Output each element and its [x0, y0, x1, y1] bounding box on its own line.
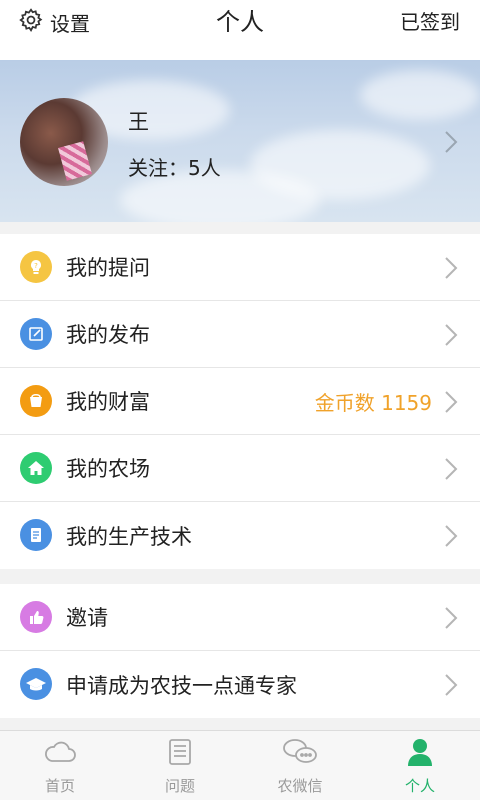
menu-item-label: 我的生产技术 — [66, 524, 192, 549]
edit-icon — [20, 318, 52, 350]
cloud-icon — [43, 737, 77, 771]
menu-item-label: 我的农场 — [66, 457, 150, 481]
follow-value: 5人 — [188, 156, 221, 180]
avatar[interactable] — [20, 98, 108, 186]
checkin-status-button[interactable]: 已签到 — [400, 0, 460, 44]
bottom-nav: 首页 问题 农微信 个人 — [0, 730, 480, 800]
chevron-right-icon — [444, 673, 458, 701]
menu-item-label: 我的发布 — [66, 323, 150, 347]
app-root: 设置 个人 已签到 王 关注： 5人 ? 我的提问 我的发布 我的财富 金币数 … — [0, 0, 480, 800]
menu-item-my-wealth[interactable]: 我的财富 金币数 1159 — [0, 368, 480, 435]
tab-home[interactable]: 首页 — [0, 731, 120, 800]
tab-questions[interactable]: 问题 — [120, 731, 240, 800]
gear-icon — [18, 7, 44, 37]
user-name: 王 — [128, 110, 149, 134]
menu-item-label: 邀请 — [66, 606, 108, 630]
menu-main: ? 我的提问 我的发布 我的财富 金币数 1159 我的农场 我的生产技术 — [0, 234, 480, 569]
tab-me[interactable]: 个人 — [360, 731, 480, 800]
chevron-right-icon — [444, 390, 458, 418]
menu-item-my-tech[interactable]: 我的生产技术 — [0, 502, 480, 569]
graduation-cap-icon — [20, 668, 52, 700]
menu-item-invite[interactable]: 邀请 — [0, 584, 480, 651]
settings-button[interactable]: 设置 — [18, 0, 90, 44]
question-bulb-icon: ? — [20, 251, 52, 283]
menu-item-label: 我的提问 — [66, 256, 150, 280]
follow-count: 关注： 5人 — [128, 152, 221, 181]
coin-count: 金币数 1159 — [314, 390, 432, 415]
top-bar: 设置 个人 已签到 — [0, 0, 480, 60]
wealth-icon — [20, 385, 52, 417]
follow-label: 关注： — [128, 156, 188, 180]
tab-label: 农微信 — [277, 777, 323, 795]
document-icon — [20, 519, 52, 551]
settings-label: 设置 — [50, 11, 90, 36]
menu-secondary: 邀请 申请成为农技一点通专家 — [0, 584, 480, 718]
chevron-right-icon — [444, 524, 458, 552]
home-icon — [20, 452, 52, 484]
tab-label: 首页 — [44, 777, 75, 795]
person-icon — [405, 737, 435, 771]
tab-wechat[interactable]: 农微信 — [240, 731, 360, 800]
chevron-right-icon — [444, 457, 458, 485]
menu-item-apply-expert[interactable]: 申请成为农技一点通专家 — [0, 651, 480, 718]
chevron-right-icon — [444, 606, 458, 634]
chat-bubbles-icon — [281, 737, 319, 771]
cloud-decoration — [360, 70, 480, 120]
profile-banner[interactable]: 王 关注： 5人 — [0, 60, 480, 222]
chevron-right-icon — [444, 256, 458, 284]
menu-item-label: 我的财富 — [66, 390, 150, 414]
menu-item-my-questions[interactable]: ? 我的提问 — [0, 234, 480, 301]
menu-item-my-posts[interactable]: 我的发布 — [0, 301, 480, 368]
chevron-right-icon — [444, 323, 458, 351]
tab-label: 问题 — [164, 777, 195, 795]
list-icon — [165, 737, 195, 771]
menu-item-label: 申请成为农技一点通专家 — [66, 673, 297, 698]
svg-text:?: ? — [34, 262, 38, 270]
menu-item-my-farm[interactable]: 我的农场 — [0, 435, 480, 502]
chevron-right-icon — [444, 130, 458, 158]
tab-label: 个人 — [404, 777, 435, 795]
thumbs-up-icon — [20, 601, 52, 633]
